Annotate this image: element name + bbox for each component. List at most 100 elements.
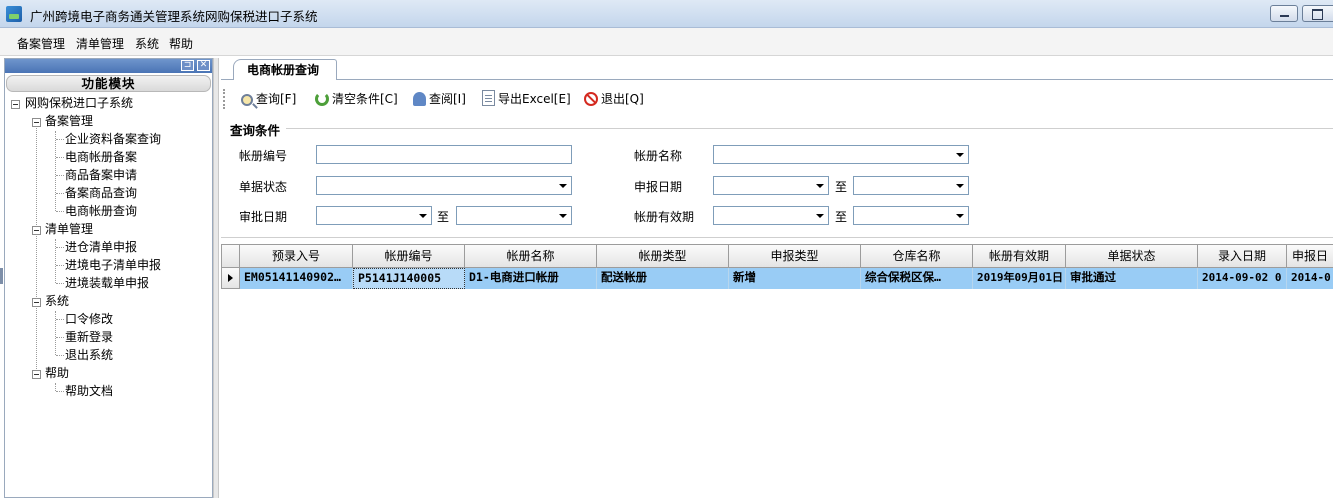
book-validity-to[interactable]	[853, 206, 969, 225]
tree-item[interactable]: 进境装载单申报	[65, 275, 149, 291]
tree-item[interactable]: 电商帐册查询	[65, 203, 137, 219]
tree-item[interactable]: 企业资料备案查询	[65, 131, 161, 147]
column-header[interactable]: 帐册名称	[465, 244, 597, 268]
menu-item-manifest[interactable]: 清单管理	[76, 35, 124, 52]
cell-book-no[interactable]: P5141J140005	[353, 268, 465, 289]
tree-item[interactable]: 进境电子清单申报	[65, 257, 161, 273]
edge-handle	[0, 268, 3, 284]
cell-preentry-no[interactable]: EM05141140902…	[240, 268, 353, 289]
dropdown-arrow-icon	[956, 184, 964, 188]
menu-item-system[interactable]: 系统	[135, 35, 159, 52]
exit-button[interactable]: 退出[Q]	[584, 89, 644, 109]
export-excel-button[interactable]: 导出Excel[E]	[482, 89, 571, 109]
cell-warehouse[interactable]: 综合保税区保…	[861, 268, 973, 289]
menu-bar: 备案管理 清单管理 系统 帮助	[0, 28, 1333, 56]
no-entry-icon	[584, 92, 598, 106]
book-name-label: 帐册名称	[634, 149, 683, 163]
minimize-button[interactable]	[1270, 5, 1298, 22]
doc-status-select[interactable]	[316, 176, 572, 195]
cell-validity[interactable]: 2019年09月01日	[973, 268, 1066, 289]
cell-declare-date[interactable]: 2014-0	[1287, 268, 1333, 289]
panel-caption-bar: ⊐ ✕	[5, 59, 212, 73]
book-validity-from[interactable]	[713, 206, 829, 225]
tree-item[interactable]: 重新登录	[65, 329, 113, 345]
toolbar-grip[interactable]	[223, 89, 227, 109]
tree-item[interactable]: 商品备案申请	[65, 167, 137, 183]
tree-item[interactable]: 备案商品查询	[65, 185, 137, 201]
divider	[221, 237, 1333, 238]
function-module-panel: ⊐ ✕ 功能模块 网购保税进口子系统 备案管理 企业资料备案查询 电商帐册备案 …	[4, 58, 213, 498]
tree-root[interactable]: 网购保税进口子系统	[25, 95, 133, 111]
tab-book-query[interactable]: 电商帐册查询	[233, 59, 337, 80]
column-header[interactable]: 帐册编号	[353, 244, 465, 268]
tree-group-manifest[interactable]: 清单管理	[45, 221, 93, 237]
column-header[interactable]: 帐册类型	[597, 244, 729, 268]
collapse-icon[interactable]	[32, 118, 41, 127]
collapse-icon[interactable]	[32, 226, 41, 235]
approve-date-to[interactable]	[456, 206, 572, 225]
tree-group-filing[interactable]: 备案管理	[45, 113, 93, 129]
app-icon	[6, 6, 22, 22]
book-validity-label: 帐册有效期	[634, 210, 695, 224]
refresh-icon	[315, 92, 329, 106]
declare-date-to[interactable]	[853, 176, 969, 195]
panel-header: 功能模块	[6, 75, 211, 92]
cell-entry-date[interactable]: 2014-09-02 0	[1198, 268, 1287, 289]
dropdown-arrow-icon	[816, 214, 824, 218]
view-button[interactable]: 查阅[I]	[413, 89, 466, 109]
declare-date-from[interactable]	[713, 176, 829, 195]
dropdown-arrow-icon	[559, 214, 567, 218]
dropdown-arrow-icon	[816, 184, 824, 188]
cell-book-type[interactable]: 配送帐册	[597, 268, 729, 289]
tree-item[interactable]: 帮助文档	[65, 383, 113, 399]
tree-group-help[interactable]: 帮助	[45, 365, 69, 381]
view-icon	[413, 92, 426, 106]
column-header[interactable]: 预录入号	[240, 244, 353, 268]
to-label: 至	[835, 180, 848, 194]
tree-item[interactable]: 进仓清单申报	[65, 239, 137, 255]
tree-group-system[interactable]: 系统	[45, 293, 69, 309]
to-label: 至	[835, 210, 848, 224]
column-header[interactable]: 帐册有效期	[973, 244, 1066, 268]
dropdown-arrow-icon	[559, 184, 567, 188]
declare-date-label: 申报日期	[634, 180, 683, 194]
query-button[interactable]: 查询[F]	[241, 89, 296, 109]
tree-item[interactable]: 口令修改	[65, 311, 113, 327]
dropdown-arrow-icon	[956, 153, 964, 157]
book-no-input[interactable]	[316, 145, 572, 164]
collapse-icon[interactable]	[11, 100, 20, 109]
toolbar: 查询[F] 清空条件[C] 查阅[I] 导出Excel[E] 退出[Q]	[221, 84, 1333, 114]
close-icon[interactable]: ✕	[197, 60, 210, 71]
row-selector-icon[interactable]	[221, 268, 240, 289]
approve-date-label: 审批日期	[239, 210, 288, 224]
book-no-label: 帐册编号	[239, 149, 288, 163]
column-header[interactable]: 录入日期	[1198, 244, 1287, 268]
menu-item-filing[interactable]: 备案管理	[17, 35, 65, 52]
tree-item[interactable]: 电商帐册备案	[65, 149, 137, 165]
restore-button[interactable]	[1302, 5, 1333, 22]
column-header[interactable]: 仓库名称	[861, 244, 973, 268]
tree-item[interactable]: 退出系统	[65, 347, 113, 363]
search-icon	[241, 94, 253, 106]
approve-date-from[interactable]	[316, 206, 432, 225]
panel-splitter[interactable]	[213, 58, 219, 498]
column-header[interactable]: 申报类型	[729, 244, 861, 268]
dropdown-arrow-icon	[956, 214, 964, 218]
collapse-icon[interactable]	[32, 370, 41, 379]
document-icon	[482, 90, 495, 106]
title-bar: 广州跨境电子商务通关管理系统网购保税进口子系统	[0, 0, 1333, 28]
results-grid: 预录入号 帐册编号 帐册名称 帐册类型 申报类型 仓库名称 帐册有效期 单据状态…	[221, 244, 1333, 498]
query-conditions-title: 查询条件	[230, 123, 281, 138]
tab-strip: 电商帐册查询	[221, 58, 1333, 80]
table-row[interactable]: EM05141140902… P5141J140005 D1-电商进口帐册 配送…	[240, 268, 1333, 289]
menu-item-help[interactable]: 帮助	[169, 35, 193, 52]
clear-conditions-button[interactable]: 清空条件[C]	[315, 89, 398, 109]
column-header[interactable]: 申报日	[1287, 244, 1333, 268]
collapse-icon[interactable]	[32, 298, 41, 307]
cell-book-name[interactable]: D1-电商进口帐册	[465, 268, 597, 289]
pin-icon[interactable]: ⊐	[181, 60, 194, 71]
cell-declare-type[interactable]: 新增	[729, 268, 861, 289]
cell-status[interactable]: 审批通过	[1066, 268, 1198, 289]
column-header[interactable]: 单据状态	[1066, 244, 1198, 268]
book-name-select[interactable]	[713, 145, 969, 164]
